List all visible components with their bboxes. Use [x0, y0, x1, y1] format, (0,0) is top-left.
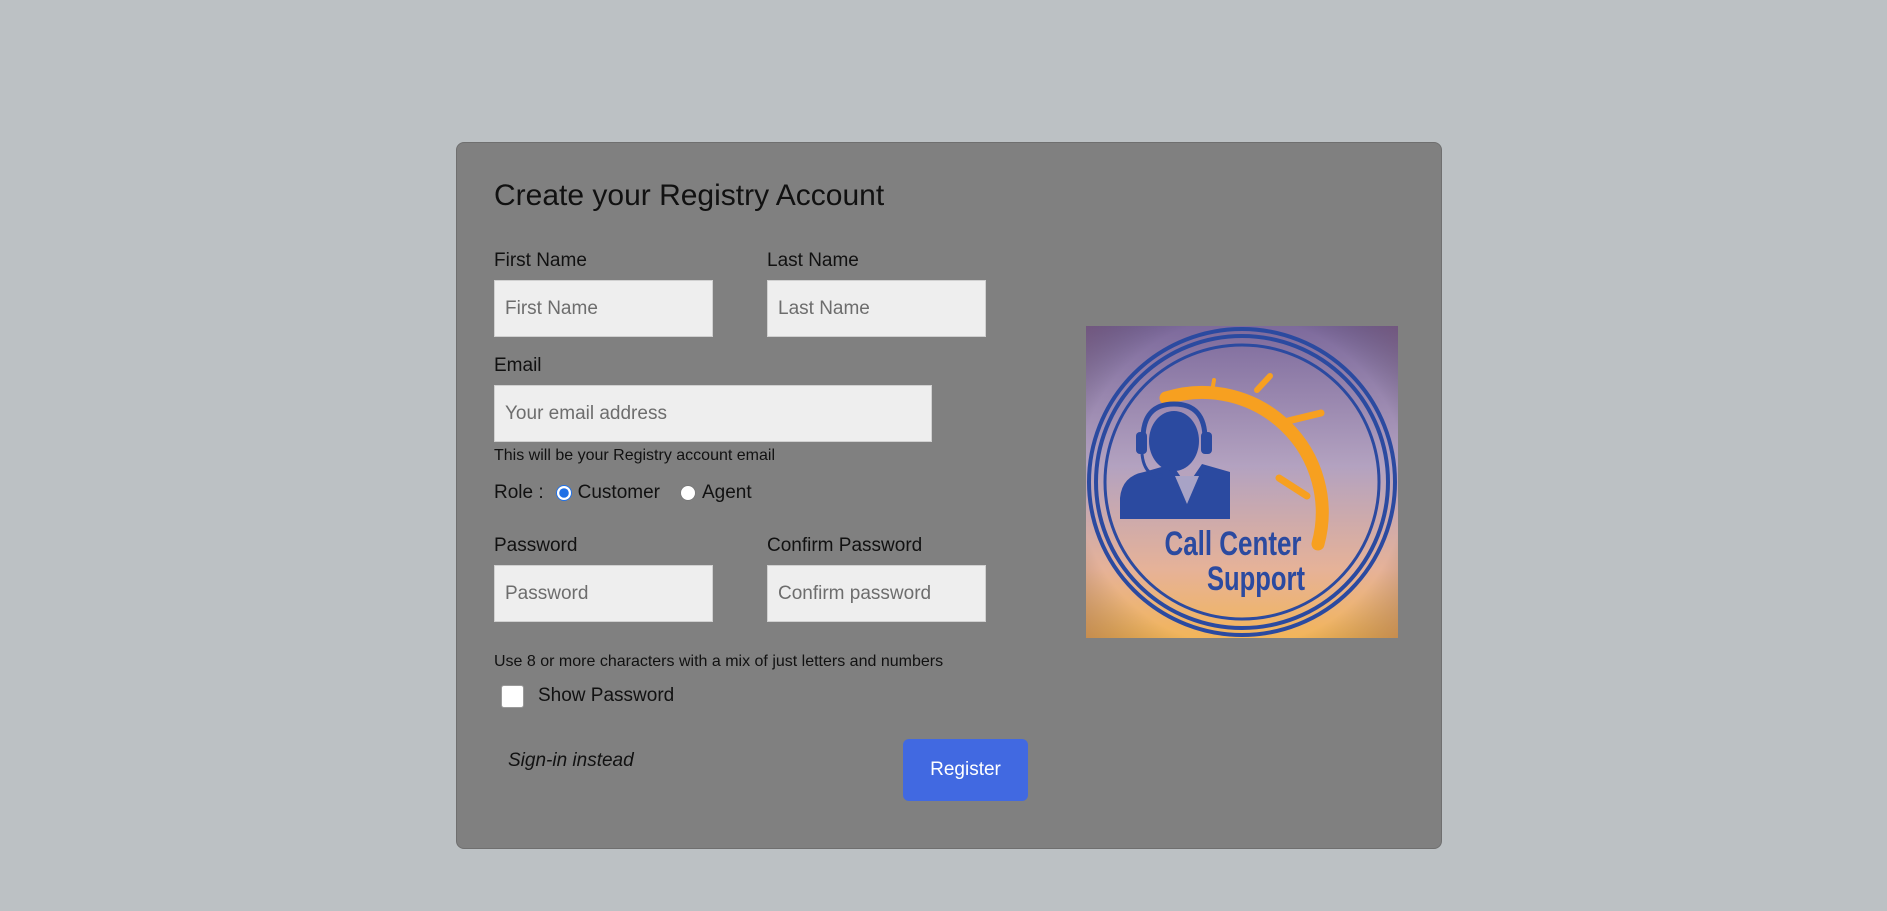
- email-hint: This will be your Registry account email: [494, 447, 775, 464]
- confirm-password-input[interactable]: [767, 565, 986, 622]
- password-input[interactable]: [494, 565, 713, 622]
- logo-text-line2: Support: [1207, 560, 1305, 598]
- role-option-agent-label: Agent: [702, 482, 752, 503]
- confirm-password-label: Confirm Password: [767, 535, 923, 556]
- call-center-support-logo: Call Center Support: [1086, 326, 1398, 638]
- role-radio-customer[interactable]: [555, 485, 572, 501]
- role-selector: Role : Customer Agent: [494, 479, 760, 507]
- gauge-tick: [1210, 378, 1216, 394]
- first-name-label: First Name: [494, 250, 587, 271]
- show-password-toggle[interactable]: Show Password: [501, 682, 674, 710]
- page-title: Create your Registry Account: [494, 179, 885, 212]
- role-option-customer-label: Customer: [577, 482, 660, 503]
- last-name-input[interactable]: [767, 280, 986, 337]
- registration-card: Create your Registry Account First Name …: [456, 142, 1442, 849]
- role-radio-agent[interactable]: [680, 485, 696, 501]
- register-button[interactable]: Register: [903, 739, 1028, 801]
- email-label: Email: [494, 355, 542, 376]
- first-name-input[interactable]: [494, 280, 713, 337]
- password-hint: Use 8 or more characters with a mix of j…: [494, 653, 944, 670]
- logo-text-line1: Call Center: [1165, 525, 1302, 563]
- logo-graphic: Call Center Support: [1086, 326, 1398, 638]
- role-label: Role :: [494, 482, 544, 503]
- last-name-label: Last Name: [767, 250, 859, 271]
- show-password-label: Show Password: [538, 685, 675, 706]
- show-password-checkbox[interactable]: [501, 684, 524, 708]
- email-input[interactable]: [494, 385, 932, 442]
- password-label: Password: [494, 535, 578, 556]
- sign-in-link[interactable]: Sign-in instead: [508, 750, 634, 772]
